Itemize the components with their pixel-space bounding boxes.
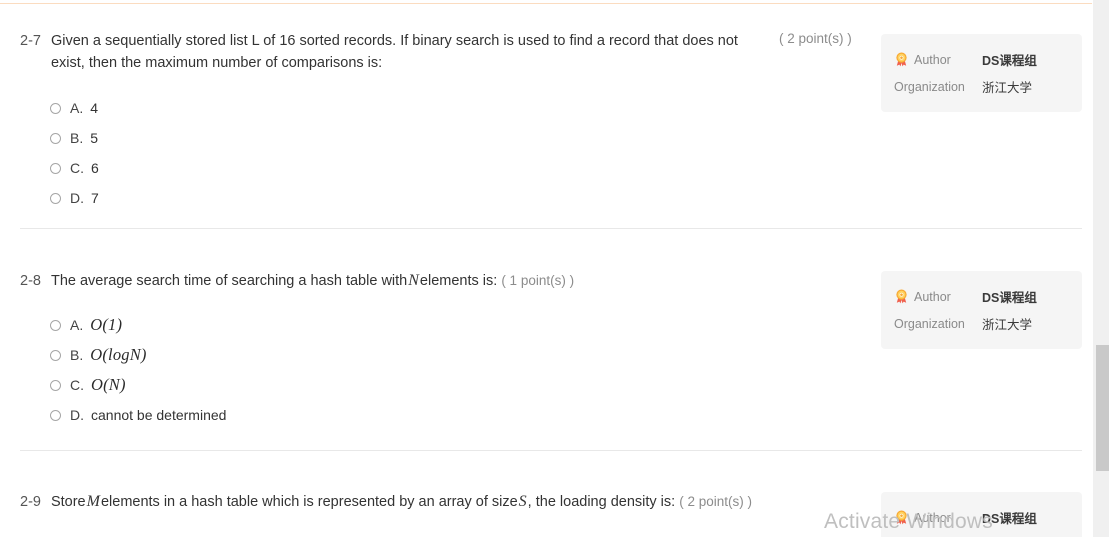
- option-item[interactable]: C. 6: [50, 153, 99, 183]
- question-number: 2-8: [20, 273, 41, 289]
- question-text-part1: Store: [50, 494, 86, 510]
- option-letter: B.: [70, 347, 84, 363]
- organization-label: Organization: [894, 316, 965, 331]
- option-item[interactable]: A. 4: [50, 93, 99, 123]
- radio-button-icon[interactable]: [50, 349, 61, 361]
- medal-icon: [894, 52, 909, 67]
- organization-label: Organization: [894, 79, 965, 94]
- option-item[interactable]: A. O(1): [50, 310, 226, 340]
- option-math: O(logN): [90, 345, 147, 364]
- option-letter: B.: [70, 130, 84, 146]
- question-points: ( 2 point(s) ): [779, 31, 852, 46]
- author-row: Author DS课程组: [881, 283, 1082, 310]
- option-text: 7: [91, 190, 99, 206]
- organization-row: Organization 浙江大学: [881, 531, 1082, 537]
- radio-button-icon[interactable]: [50, 192, 61, 204]
- author-label-wrap: Author: [894, 52, 982, 67]
- radio-button-icon[interactable]: [50, 132, 61, 144]
- author-info-card-2-8: Author DS课程组 Organization 浙江大学: [881, 271, 1082, 349]
- author-label: Author: [914, 510, 951, 525]
- question-points-wrap-2-7: ( 2 point(s) ): [779, 30, 852, 48]
- question-number: 2-7: [20, 33, 41, 49]
- question-content: The average search time of searching a h…: [51, 270, 574, 292]
- option-item[interactable]: D. cannot be determined: [50, 400, 226, 430]
- question-divider: [20, 228, 1082, 229]
- math-variable-n: N: [408, 272, 419, 289]
- radio-button-icon[interactable]: [50, 102, 61, 114]
- option-letter: D.: [70, 190, 84, 206]
- option-letter: C.: [70, 160, 84, 176]
- author-value: DS课程组: [982, 54, 1037, 68]
- medal-icon: [894, 510, 909, 525]
- question-text: Given a sequentially stored list L of 16…: [50, 33, 738, 71]
- option-text: cannot be determined: [91, 407, 227, 423]
- question-points: ( 2 point(s) ): [679, 494, 752, 509]
- radio-button-icon[interactable]: [50, 162, 61, 174]
- question-text-part3: , the loading density is:: [527, 494, 676, 510]
- organization-row: Organization 浙江大学: [881, 73, 1082, 100]
- options-list-2-7: A. 4 B. 5 C. 6 D. 7: [50, 93, 99, 213]
- quiz-scroll-area[interactable]: 2-7 Given a sequentially stored list L o…: [0, 0, 1092, 537]
- option-math: O(N): [91, 375, 126, 394]
- option-text: 4: [90, 100, 99, 116]
- option-text: 6: [91, 160, 99, 176]
- question-number: 2-9: [20, 494, 41, 510]
- top-accent-rule: [0, 3, 1092, 4]
- option-item[interactable]: B. 5: [50, 123, 99, 153]
- option-letter: A.: [70, 100, 84, 116]
- radio-button-icon[interactable]: [50, 319, 61, 331]
- math-variable-s: S: [518, 493, 527, 510]
- organization-value: 浙江大学: [982, 81, 1033, 95]
- question-content: Given a sequentially stored list L of 16…: [51, 30, 760, 74]
- option-letter: A.: [70, 317, 84, 333]
- option-letter: D.: [70, 407, 84, 423]
- author-info-card-2-7: Author DS课程组 Organization 浙江大学: [881, 34, 1082, 112]
- author-label-wrap: Author: [894, 289, 982, 304]
- author-label: Author: [914, 289, 951, 304]
- radio-button-icon[interactable]: [50, 409, 61, 421]
- question-points: ( 1 point(s) ): [501, 273, 575, 288]
- option-item[interactable]: C. O(N): [50, 370, 226, 400]
- organization-row: Organization 浙江大学: [881, 310, 1082, 337]
- organization-value: 浙江大学: [982, 318, 1033, 332]
- author-value: DS课程组: [982, 512, 1037, 526]
- options-list-2-8: A. O(1) B. O(logN) C. O(N) D. cannot be …: [50, 310, 226, 430]
- author-row: Author DS课程组: [881, 504, 1082, 531]
- author-label: Author: [914, 52, 951, 67]
- option-item[interactable]: D. 7: [50, 183, 99, 213]
- question-divider: [20, 450, 1082, 451]
- question-text-part1: The average search time of searching a h…: [50, 273, 408, 289]
- author-label-wrap: Author: [894, 510, 982, 525]
- question-content: StoreMelements in a hash table which is …: [51, 491, 752, 513]
- question-text-part2: elements in a hash table which is repres…: [100, 494, 518, 510]
- author-row: Author DS课程组: [881, 46, 1082, 73]
- question-text-part2: elements is:: [419, 273, 498, 289]
- question-header-2-7: 2-7 Given a sequentially stored list L o…: [20, 30, 760, 74]
- question-header-2-9: 2-9 StoreMelements in a hash table which…: [20, 491, 820, 513]
- author-info-card-2-9: Author DS课程组 Organization 浙江大学: [881, 492, 1082, 537]
- medal-icon: [894, 289, 909, 304]
- author-value: DS课程组: [982, 291, 1037, 305]
- option-text: 5: [90, 130, 99, 146]
- option-letter: C.: [70, 377, 84, 393]
- radio-button-icon[interactable]: [50, 379, 61, 391]
- math-variable-m: M: [86, 493, 100, 510]
- option-item[interactable]: B. O(logN): [50, 340, 226, 370]
- option-math: O(1): [90, 315, 123, 334]
- scrollbar-outer-gutter: [1109, 0, 1114, 537]
- question-header-2-8: 2-8 The average search time of searching…: [20, 270, 780, 292]
